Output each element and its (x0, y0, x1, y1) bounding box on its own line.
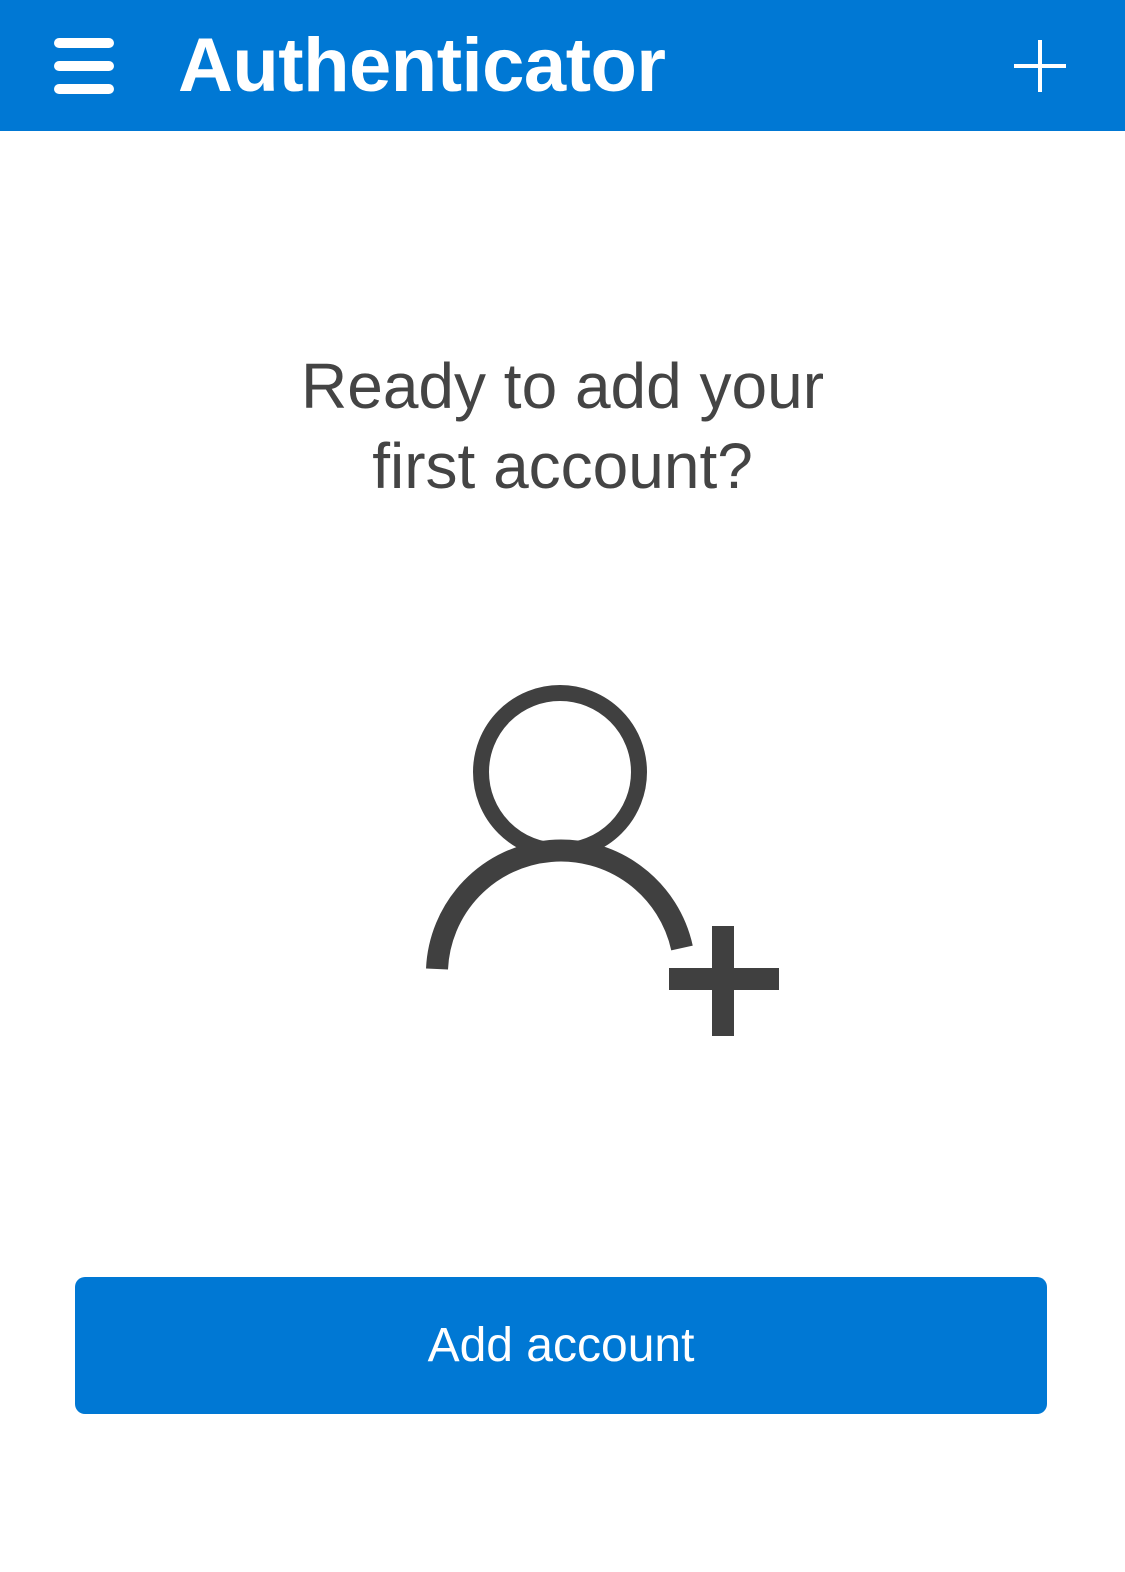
menu-button[interactable] (40, 22, 128, 110)
app-title: Authenticator (178, 23, 666, 108)
add-person-illustration (410, 670, 800, 1050)
empty-state-prompt: Ready to add your first account? (0, 346, 1125, 506)
plus-icon (1014, 40, 1066, 92)
prompt-line-1: Ready to add your (301, 350, 824, 422)
add-button[interactable] (996, 22, 1084, 110)
hamburger-menu-icon (54, 38, 114, 94)
add-account-button[interactable]: Add account (75, 1277, 1047, 1414)
add-person-icon (426, 685, 779, 1036)
app-bar: Authenticator (0, 0, 1125, 131)
prompt-line-2: first account? (372, 430, 753, 502)
